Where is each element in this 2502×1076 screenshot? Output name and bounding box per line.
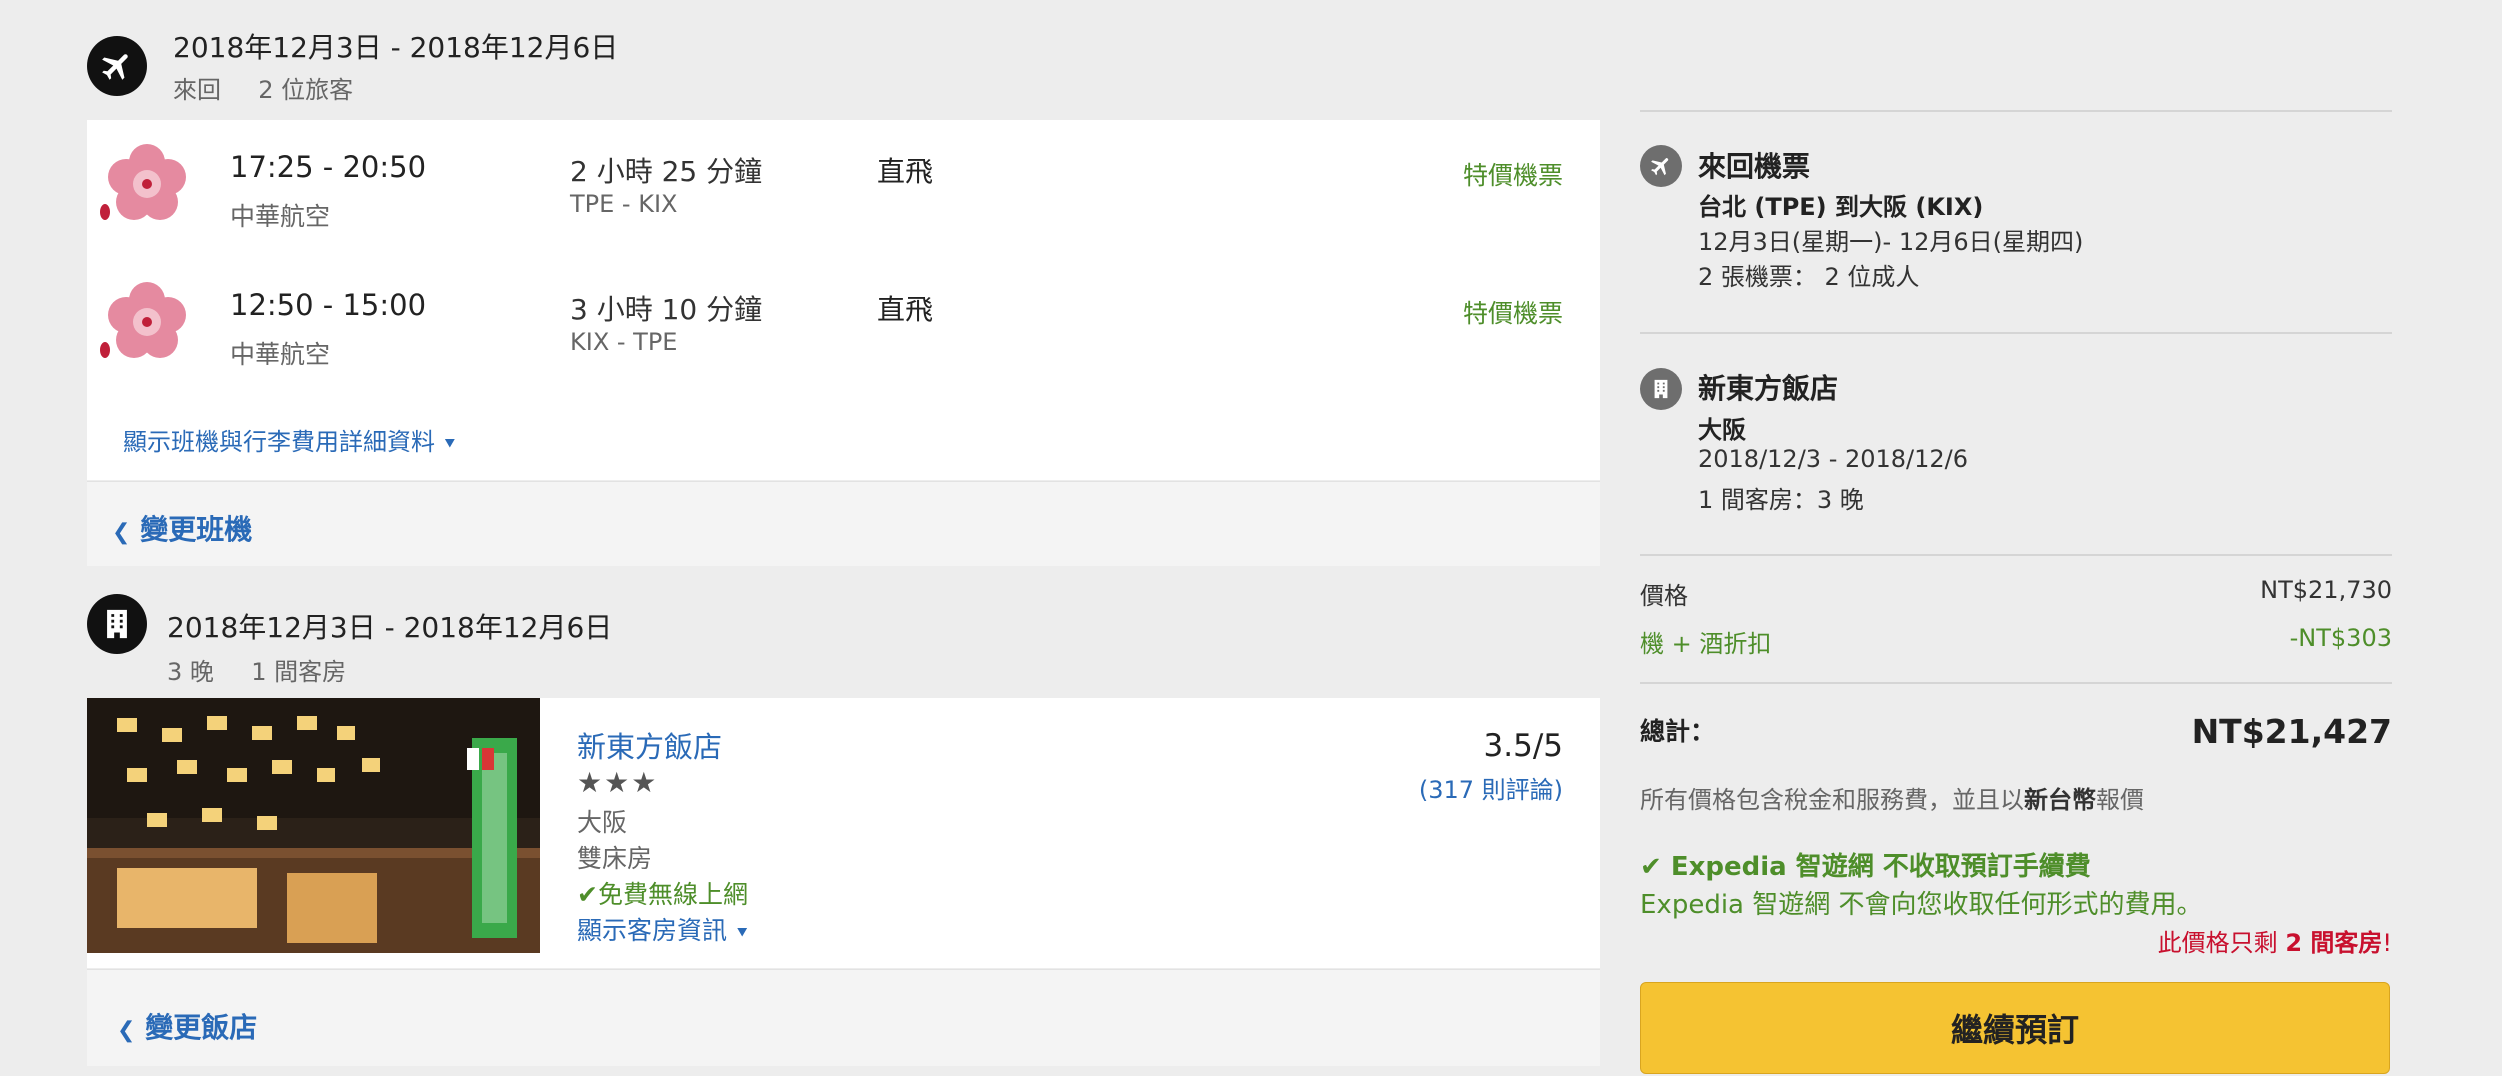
hotel-city: 大阪	[577, 808, 628, 837]
amenity-wifi: ✔免費無線上網	[577, 880, 748, 909]
deal-badge: 特價機票	[1462, 299, 1563, 328]
hotel-dates: 2018年12月3日 - 2018年12月6日	[167, 611, 613, 644]
divider	[1640, 554, 2392, 556]
chevron-left-icon: ❮	[112, 520, 131, 545]
flight-route: TPE - KIX	[570, 190, 678, 218]
scarcity-count: 2 間客房	[2285, 929, 2383, 957]
divider	[1640, 332, 2392, 334]
discount-value: -NT$303	[2289, 624, 2392, 652]
check-icon: ✔	[1640, 852, 1662, 882]
discount-label: 機 + 酒折扣	[1640, 630, 1772, 658]
room-count: 1 間客房	[251, 658, 347, 686]
chevron-left-icon: ❮	[117, 1018, 136, 1043]
room-info-link[interactable]: 顯示客房資訊 ⯆	[577, 911, 749, 947]
deal-badge: 特價機票	[1462, 161, 1563, 190]
change-flight-link[interactable]: ❮ 變更班機	[112, 508, 252, 548]
summary-hotel-rooms: 1 間客房：3 晚	[1698, 486, 1864, 514]
flight-stops: 直飛	[877, 155, 934, 188]
no-fee-title: ✔ Expedia 智遊網 不收取預訂手續費	[1640, 852, 2091, 882]
flight-change-bar: ❮ 變更班機	[87, 481, 1600, 566]
total-label: 總計：	[1640, 717, 1716, 746]
divider	[1640, 110, 2392, 112]
hotel-change-bar: ❮ 變更飯店	[87, 969, 1600, 1066]
airline-logo	[100, 144, 186, 220]
hotel-photo[interactable]	[87, 698, 540, 953]
airplane-icon	[1640, 145, 1682, 187]
building-icon	[1640, 368, 1682, 410]
traveler-count: 2 位旅客	[258, 76, 354, 104]
flight-route: KIX - TPE	[570, 328, 678, 356]
trip-type: 來回	[173, 76, 221, 104]
flight-dates: 2018年12月3日 - 2018年12月6日	[173, 31, 619, 64]
hotel-name-link[interactable]: 新東方飯店	[577, 724, 722, 766]
flight-time: 12:50 - 15:00	[230, 288, 427, 322]
flight-details-link[interactable]: 顯示班機與行李費用詳細資料 ⯆	[123, 422, 457, 457]
continue-booking-button[interactable]: 繼續預訂	[1640, 982, 2390, 1074]
change-hotel-link[interactable]: ❮ 變更飯店	[117, 1006, 257, 1046]
summary-hotel-city: 大阪	[1698, 416, 1746, 444]
summary-hotel-title: 新東方飯店	[1698, 372, 1839, 405]
guest-rating: 3.5/5	[1483, 728, 1563, 764]
airline-name: 中華航空	[230, 202, 331, 231]
summary-hotel-dates: 2018/12/3 - 2018/12/6	[1698, 445, 1969, 473]
check-icon: ✔	[577, 880, 598, 909]
price-value: NT$21,730	[2260, 576, 2392, 604]
building-icon	[87, 594, 147, 654]
airline-logo	[100, 282, 186, 358]
star-rating: ★★★	[577, 766, 659, 799]
hotel-stay-info: 3 晚 1 間客房	[167, 652, 346, 687]
airplane-icon	[87, 36, 147, 96]
flight-stops: 直飛	[877, 293, 934, 326]
tax-note: 所有價格包含稅金和服務費，並且以新台幣報價	[1640, 786, 2144, 814]
summary-flight-tickets: 2 張機票： 2 位成人	[1698, 263, 1920, 291]
scarcity-notice: 此價格只剩 2 間客房!	[2157, 929, 2392, 957]
summary-flight-dates: 12月3日(星期一)- 12月6日(星期四)	[1698, 228, 2084, 256]
night-count: 3 晚	[167, 658, 214, 686]
price-label: 價格	[1640, 582, 1688, 610]
flight-duration: 3 小時 10 分鐘	[570, 293, 763, 326]
flight-duration: 2 小時 25 分鐘	[570, 155, 763, 188]
flight-card: 17:25 - 20:50 中華航空 2 小時 25 分鐘 TPE - KIX …	[87, 120, 1600, 480]
double-chevron-down-icon: ⯆	[442, 434, 458, 455]
room-type: 雙床房	[577, 844, 653, 873]
no-fee-body: Expedia 智遊網 不會向您收取任何形式的費用。	[1640, 890, 2203, 920]
flight-time: 17:25 - 20:50	[230, 150, 427, 184]
flight-trip-info: 來回 2 位旅客	[173, 70, 353, 105]
airline-name: 中華航空	[230, 340, 331, 369]
review-count-link[interactable]: (317 則評論)	[1419, 770, 1563, 805]
divider	[1640, 682, 2392, 684]
summary-flight-title: 來回機票	[1698, 150, 1811, 183]
total-value: NT$21,427	[2191, 712, 2392, 751]
summary-flight-route: 台北 (TPE) 到大阪 (KIX)	[1698, 193, 1984, 221]
hotel-card: 新東方飯店 ★★★ 大阪 雙床房 ✔免費無線上網 顯示客房資訊 ⯆ 3.5/5 …	[87, 698, 1600, 968]
tax-note-currency: 新台幣	[2024, 786, 2096, 814]
double-chevron-down-icon: ⯆	[734, 923, 750, 944]
